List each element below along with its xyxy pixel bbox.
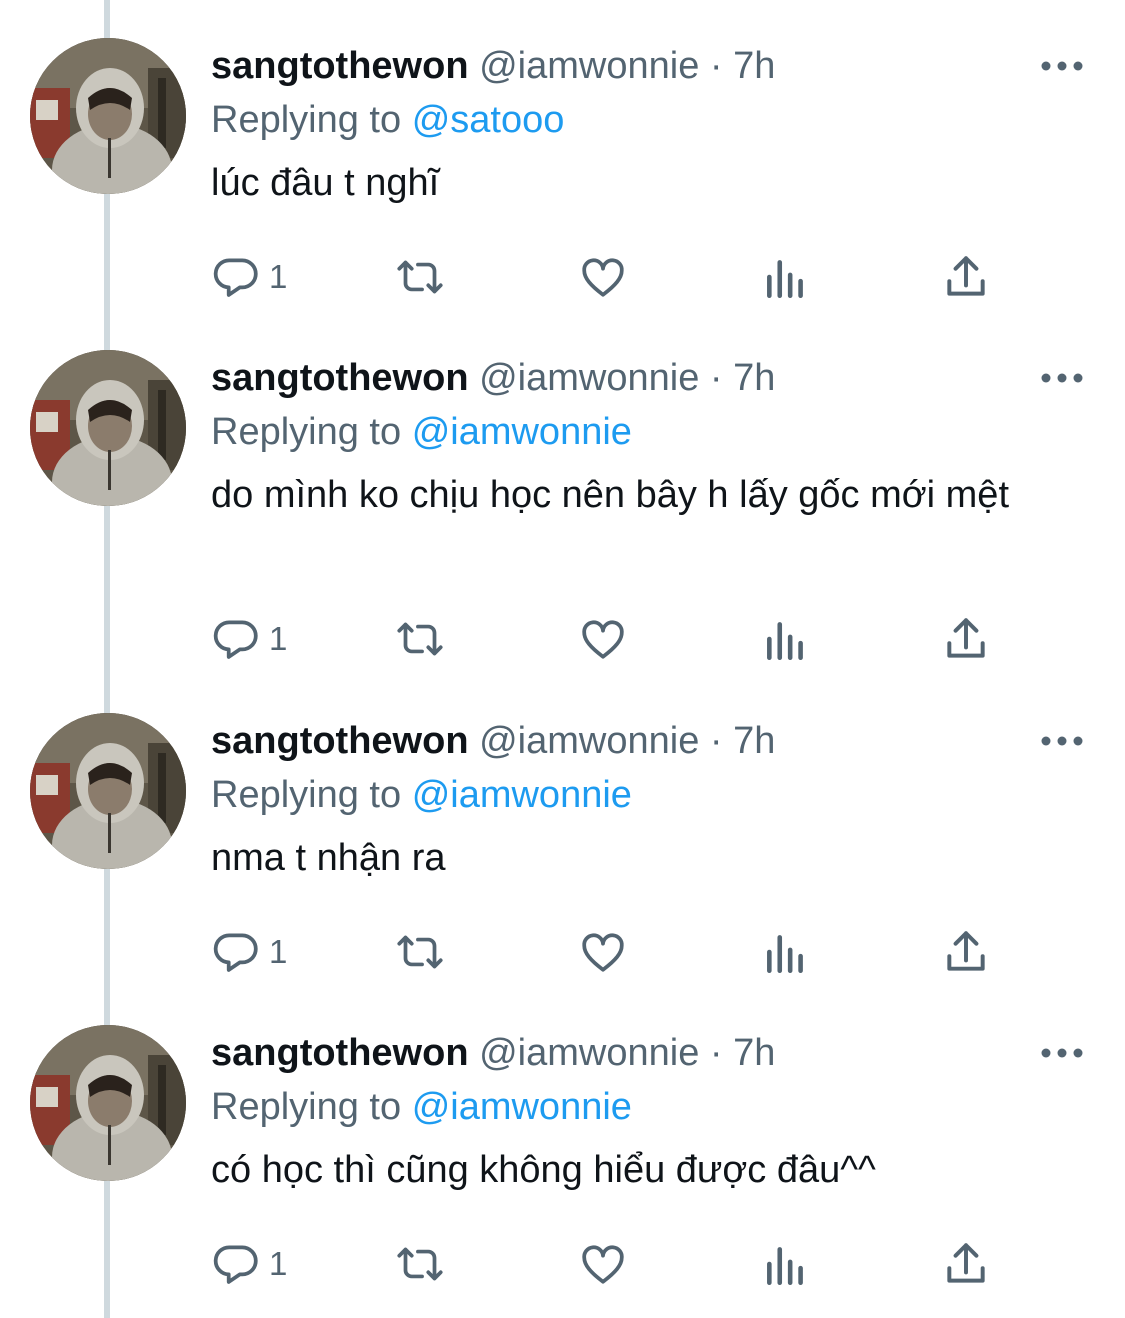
analytics-button[interactable] [761, 927, 811, 977]
reply-button[interactable]: 1 [211, 927, 287, 977]
replying-to-mention[interactable]: @satooo [412, 99, 565, 141]
heart-icon [582, 258, 624, 297]
like-button[interactable] [578, 252, 628, 302]
more-horizontal-icon[interactable] [1040, 733, 1084, 749]
share-button[interactable] [941, 252, 991, 302]
replying-to-mention[interactable]: @iamwonnie [412, 411, 632, 453]
heart-icon [582, 620, 624, 659]
analytics-icon [767, 935, 803, 974]
reply-count: 1 [269, 620, 288, 657]
replying-to-label: Replying to [211, 411, 402, 453]
reply-icon [213, 620, 258, 659]
tweet-text: do mình ko chịu học nên bây h lấy gốc mớ… [211, 474, 1009, 516]
tweet-text: nma t nhận ra [211, 837, 446, 879]
avatar[interactable] [30, 350, 186, 506]
separator-dot: · [709, 45, 723, 87]
separator-dot: · [709, 1032, 723, 1074]
tweet[interactable]: sangtothewon @iamwonnie · 7h Replying to… [0, 350, 1125, 670]
tweet-header: sangtothewon @iamwonnie · 7h [211, 40, 775, 92]
share-icon [947, 256, 985, 296]
avatar[interactable] [30, 38, 186, 194]
replying-to-line: Replying to @iamwonnie [211, 1081, 632, 1133]
analytics-icon [767, 260, 803, 299]
tweet-header: sangtothewon @iamwonnie · 7h [211, 1027, 775, 1079]
share-icon [947, 931, 985, 971]
tweet-text: lúc đâu t nghĩ [211, 162, 440, 204]
action-bar: 1 [211, 1239, 1011, 1289]
replying-to-line: Replying to @iamwonnie [211, 406, 632, 458]
avatar[interactable] [30, 1025, 186, 1181]
share-icon [947, 618, 985, 658]
avatar[interactable] [30, 713, 186, 869]
share-button[interactable] [941, 1239, 991, 1289]
replying-to-mention[interactable]: @iamwonnie [412, 1086, 632, 1128]
reply-icon [213, 258, 258, 297]
analytics-icon [767, 1247, 803, 1286]
replying-to-line: Replying to @iamwonnie [211, 769, 632, 821]
replying-to-label: Replying to [211, 1086, 402, 1128]
user-handle[interactable]: @iamwonnie [479, 357, 699, 399]
retweet-icon [397, 622, 443, 656]
replying-to-line: Replying to @satooo [211, 94, 564, 146]
action-bar: 1 [211, 927, 1011, 977]
tweet[interactable]: sangtothewon @iamwonnie · 7h Replying to… [0, 713, 1125, 983]
timestamp[interactable]: 7h [733, 45, 775, 87]
action-bar: 1 [211, 614, 1011, 664]
like-button[interactable] [578, 1239, 628, 1289]
share-icon [947, 1243, 985, 1283]
display-name[interactable]: sangtothewon [211, 45, 469, 87]
replying-to-mention[interactable]: @iamwonnie [412, 774, 632, 816]
reply-icon [213, 1245, 258, 1284]
analytics-icon [767, 622, 803, 661]
replying-to-label: Replying to [211, 774, 402, 816]
retweet-icon [397, 260, 443, 294]
tweet-header: sangtothewon @iamwonnie · 7h [211, 352, 775, 404]
reply-count: 1 [269, 933, 288, 970]
reply-button[interactable]: 1 [211, 614, 287, 664]
analytics-button[interactable] [761, 1239, 811, 1289]
retweet-button[interactable] [391, 1239, 449, 1289]
timestamp[interactable]: 7h [733, 357, 775, 399]
timestamp[interactable]: 7h [733, 720, 775, 762]
separator-dot: · [709, 357, 723, 399]
reply-count: 1 [269, 1245, 288, 1282]
like-button[interactable] [578, 927, 628, 977]
replying-to-label: Replying to [211, 99, 402, 141]
share-button[interactable] [941, 614, 991, 664]
more-horizontal-icon[interactable] [1040, 1045, 1084, 1061]
retweet-button[interactable] [391, 927, 449, 977]
like-button[interactable] [578, 614, 628, 664]
retweet-button[interactable] [391, 252, 449, 302]
more-horizontal-icon[interactable] [1040, 58, 1084, 74]
user-handle[interactable]: @iamwonnie [479, 1032, 699, 1074]
tweet-text: có học thì cũng không hiểu được đâu^^ [211, 1149, 876, 1191]
display-name[interactable]: sangtothewon [211, 357, 469, 399]
analytics-button[interactable] [761, 252, 811, 302]
reply-count: 1 [269, 258, 288, 295]
reply-button[interactable]: 1 [211, 1239, 287, 1289]
tweet-header: sangtothewon @iamwonnie · 7h [211, 715, 775, 767]
reply-icon [213, 933, 258, 972]
user-handle[interactable]: @iamwonnie [479, 720, 699, 762]
display-name[interactable]: sangtothewon [211, 720, 469, 762]
heart-icon [582, 1245, 624, 1284]
action-bar: 1 [211, 252, 1011, 302]
retweet-button[interactable] [391, 614, 449, 664]
user-handle[interactable]: @iamwonnie [479, 45, 699, 87]
separator-dot: · [709, 720, 723, 762]
more-horizontal-icon[interactable] [1040, 370, 1084, 386]
analytics-button[interactable] [761, 614, 811, 664]
retweet-icon [397, 1247, 443, 1281]
reply-button[interactable]: 1 [211, 252, 287, 302]
retweet-icon [397, 935, 443, 969]
heart-icon [582, 933, 624, 972]
share-button[interactable] [941, 927, 991, 977]
display-name[interactable]: sangtothewon [211, 1032, 469, 1074]
tweet[interactable]: sangtothewon @iamwonnie · 7h Replying to… [0, 1025, 1125, 1295]
tweet[interactable]: sangtothewon @iamwonnie · 7h Replying to… [0, 38, 1125, 308]
timestamp[interactable]: 7h [733, 1032, 775, 1074]
